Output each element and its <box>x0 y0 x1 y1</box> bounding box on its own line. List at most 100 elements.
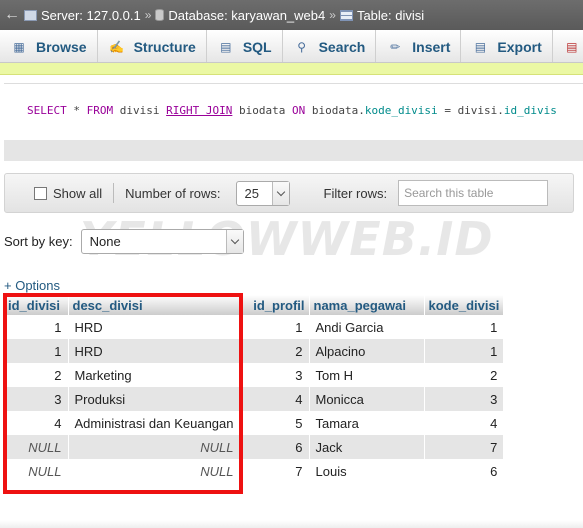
browse-icon: ▦ <box>13 39 25 54</box>
database-icon <box>155 9 165 21</box>
breadcrumb-server-label[interactable]: Server: 127.0.0.1 <box>41 8 141 23</box>
sql-operator: = <box>444 104 451 117</box>
cell-id-divisi: NULL <box>4 459 69 483</box>
rows-select-value: 25 <box>244 185 259 201</box>
cell-nama-pegawai: Alpacino <box>309 339 425 363</box>
chevron-down-icon[interactable] <box>271 181 289 205</box>
tab-bar: ▦ Browse ✍ Structure ▤ SQL ⚲ Search ✏ In… <box>0 30 583 63</box>
tab-search[interactable]: ⚲ Search <box>283 30 377 62</box>
cell-id-profil: 4 <box>240 387 310 411</box>
sql-table-prefix: divisi. <box>457 104 504 117</box>
table-row: 3 Produksi 4 Monicca 3 <box>4 387 505 411</box>
column-header-id-profil[interactable]: id_profil <box>240 295 310 315</box>
sql-table: biodata <box>238 104 286 117</box>
column-header-kode-divisi[interactable]: kode_divisi <box>424 295 505 315</box>
cell-kode-divisi: 6 <box>424 459 505 483</box>
sql-table: divisi <box>119 104 160 117</box>
cell-id-profil: 5 <box>240 411 310 435</box>
sql-keyword: ON <box>291 104 306 117</box>
sql-keyword[interactable]: RIGHT JOIN <box>166 104 232 117</box>
sql-star: * <box>73 104 80 117</box>
cell-kode-divisi: 3 <box>424 387 505 411</box>
cell-desc-divisi: HRD <box>68 315 241 339</box>
sql-column: kode_divisi <box>364 104 438 117</box>
table-header-row: id_divisi desc_divisi id_profil nama_peg… <box>4 295 505 315</box>
tab-export-label: Export <box>497 38 542 55</box>
chevron-down-icon[interactable] <box>225 230 243 253</box>
tab-import[interactable]: ▤ I <box>553 30 583 62</box>
tab-sql[interactable]: ▤ SQL <box>207 30 283 62</box>
filter-label: Filter rows: <box>323 185 388 201</box>
export-icon: ▤ <box>474 39 487 54</box>
success-message-strip <box>0 63 583 75</box>
cell-nama-pegawai: Andi Garcia <box>309 315 425 339</box>
cell-desc-divisi: NULL <box>68 435 241 459</box>
sql-icon: ▤ <box>220 39 232 54</box>
breadcrumb-separator: » <box>329 8 336 22</box>
breadcrumb-server[interactable]: Server: 127.0.0.1 <box>24 8 141 23</box>
cell-id-divisi: 4 <box>4 411 69 435</box>
server-icon <box>24 9 37 21</box>
divider <box>113 183 115 203</box>
sql-query-box: SELECT * FROM divisi RIGHT JOIN biodata … <box>4 83 583 161</box>
table-row: 4 Administrasi dan Keuangan 5 Tamara 4 <box>4 411 505 435</box>
cell-nama-pegawai: Monicca <box>309 387 425 411</box>
filter-placeholder: Search this table <box>404 186 494 200</box>
cell-desc-divisi: Produksi <box>68 387 241 411</box>
tab-insert-label: Insert <box>412 38 451 55</box>
rows-select[interactable]: 25 <box>235 180 290 206</box>
search-icon: ⚲ <box>297 39 306 54</box>
column-header-desc-divisi[interactable]: desc_divisi <box>68 295 241 315</box>
tab-sql-label: SQL <box>242 38 272 55</box>
sql-keyword: FROM <box>86 104 114 117</box>
cell-desc-divisi: Administrasi dan Keuangan <box>68 411 241 435</box>
cell-kode-divisi: 4 <box>424 411 505 435</box>
rows-label: Number of rows: <box>125 185 221 201</box>
cell-desc-divisi: HRD <box>68 339 241 363</box>
cell-kode-divisi: 1 <box>424 315 505 339</box>
show-all-label[interactable]: Show all <box>53 186 102 201</box>
table-row: NULL NULL 7 Louis 6 <box>4 459 505 483</box>
column-header-id-divisi[interactable]: id_divisi <box>4 295 69 315</box>
bottom-divider <box>0 520 583 528</box>
cell-id-divisi: NULL <box>4 435 69 459</box>
cell-id-profil: 2 <box>240 339 310 363</box>
tab-export[interactable]: ▤ Export <box>461 30 553 62</box>
column-header-nama-pegawai[interactable]: nama_pegawai <box>309 295 425 315</box>
cell-id-profil: 3 <box>240 363 310 387</box>
breadcrumb-database-label[interactable]: Database: karyawan_web4 <box>168 8 325 23</box>
cell-nama-pegawai: Jack <box>309 435 425 459</box>
sql-keyword: SELECT <box>27 104 67 117</box>
tab-browse[interactable]: ▦ Browse <box>0 30 98 62</box>
table-row: 2 Marketing 3 Tom H 2 <box>4 363 505 387</box>
cell-id-profil: 1 <box>240 315 310 339</box>
sort-select[interactable]: None <box>80 229 244 254</box>
cell-kode-divisi: 2 <box>424 363 505 387</box>
table-row: 1 HRD 2 Alpacino 1 <box>4 339 505 363</box>
cell-id-divisi: 1 <box>4 339 69 363</box>
show-all-checkbox[interactable] <box>34 186 47 200</box>
tab-insert[interactable]: ✏ Insert <box>376 30 462 62</box>
table-icon <box>339 9 353 21</box>
cell-id-divisi: 1 <box>4 315 69 339</box>
structure-icon: ✍ <box>109 39 125 54</box>
cell-nama-pegawai: Louis <box>309 459 425 483</box>
tab-structure[interactable]: ✍ Structure <box>98 30 207 62</box>
breadcrumb-table[interactable]: Table: divisi <box>339 8 424 23</box>
filter-input[interactable]: Search this table <box>398 180 549 206</box>
sql-column: id_divis <box>503 104 557 117</box>
cell-id-divisi: 2 <box>4 363 69 387</box>
breadcrumb-database[interactable]: Database: karyawan_web4 <box>155 8 325 23</box>
options-link[interactable]: + Options <box>4 278 60 293</box>
breadcrumb-separator: » <box>144 8 152 22</box>
cell-id-divisi: 3 <box>4 387 69 411</box>
table-row: NULL NULL 6 Jack 7 <box>4 435 505 459</box>
navigation-bar: Show all Number of rows: 25 Filter rows:… <box>4 173 574 213</box>
cell-kode-divisi: 7 <box>424 435 505 459</box>
breadcrumb-table-label[interactable]: Table: divisi <box>357 8 424 23</box>
cell-desc-divisi: NULL <box>68 459 241 483</box>
back-arrow-icon[interactable]: ← <box>0 6 24 24</box>
cell-id-profil: 7 <box>240 459 310 483</box>
tab-structure-label: Structure <box>133 38 196 55</box>
sql-table-prefix: biodata. <box>311 104 365 117</box>
